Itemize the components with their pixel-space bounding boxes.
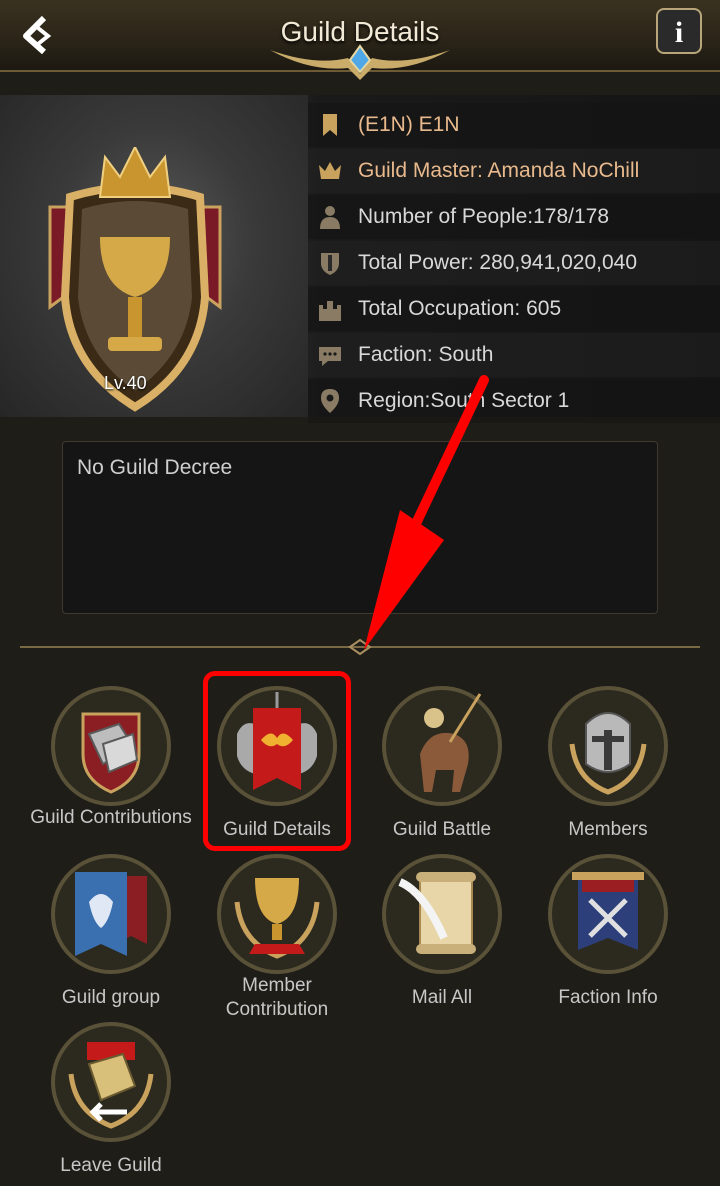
chat-bubble-icon — [319, 347, 341, 366]
guild-summary-panel: Lv.40 (E1N) E1N Guild Master: Amanda NoC… — [0, 95, 720, 423]
blue-banner-icon[interactable] — [49, 852, 173, 976]
crown-icon — [319, 162, 341, 179]
warrior-horse-icon[interactable] — [380, 684, 504, 808]
gauntlet-exit-icon[interactable] — [49, 1020, 173, 1144]
guild-master-row: Guild Master: Amanda NoChill — [308, 149, 720, 193]
castle-icon — [319, 301, 341, 321]
guild-level: Lv.40 — [104, 373, 147, 393]
location-pin-icon — [321, 389, 339, 413]
trophy-cup-icon[interactable] — [215, 852, 339, 976]
header-ornament-icon — [270, 44, 450, 80]
guild-master: Guild Master: Amanda NoChill — [358, 159, 640, 182]
menu-label: Guild group — [61, 987, 161, 1008]
people-row: Number of People:178/178 — [308, 195, 720, 239]
people-icon — [320, 206, 340, 229]
people-count: Number of People:178/178 — [358, 205, 610, 228]
menu-label: Mail All — [411, 987, 473, 1008]
crossed-swords-banner-icon[interactable] — [546, 852, 670, 976]
total-occupation: Total Occupation: 605 — [358, 297, 562, 320]
menu-label: Member Contribution — [225, 975, 329, 1020]
menu-label: Faction Info — [558, 987, 658, 1008]
guild-name: (E1N) E1N — [358, 113, 460, 136]
menu-label: Leave Guild — [60, 1155, 162, 1176]
shield-sword-icon — [321, 253, 339, 275]
header-bar: Guild Details i — [0, 0, 720, 80]
info-button[interactable]: i — [656, 8, 702, 54]
scroll-quill-icon[interactable] — [380, 852, 504, 976]
menu-label: Guild Battle — [392, 819, 492, 840]
total-power: Total Power: 280,941,020,040 — [358, 251, 638, 274]
bookmark-icon — [323, 114, 337, 136]
helmet-wreath-icon[interactable] — [546, 684, 670, 808]
faction: Faction: South — [358, 343, 494, 366]
occupation-row: Total Occupation: 605 — [308, 287, 720, 331]
red-arrow-annotation — [364, 375, 489, 650]
menu-label: Guild Contributions — [30, 807, 192, 828]
menu-label: Members — [568, 819, 648, 840]
guild-emblem-area: Lv.40 — [0, 95, 308, 417]
power-row: Total Power: 280,941,020,040 — [308, 241, 720, 285]
gauntlet-shield-icon[interactable] — [49, 684, 173, 808]
highlight-box — [203, 671, 351, 851]
guild-name-row: (E1N) E1N — [308, 103, 720, 147]
